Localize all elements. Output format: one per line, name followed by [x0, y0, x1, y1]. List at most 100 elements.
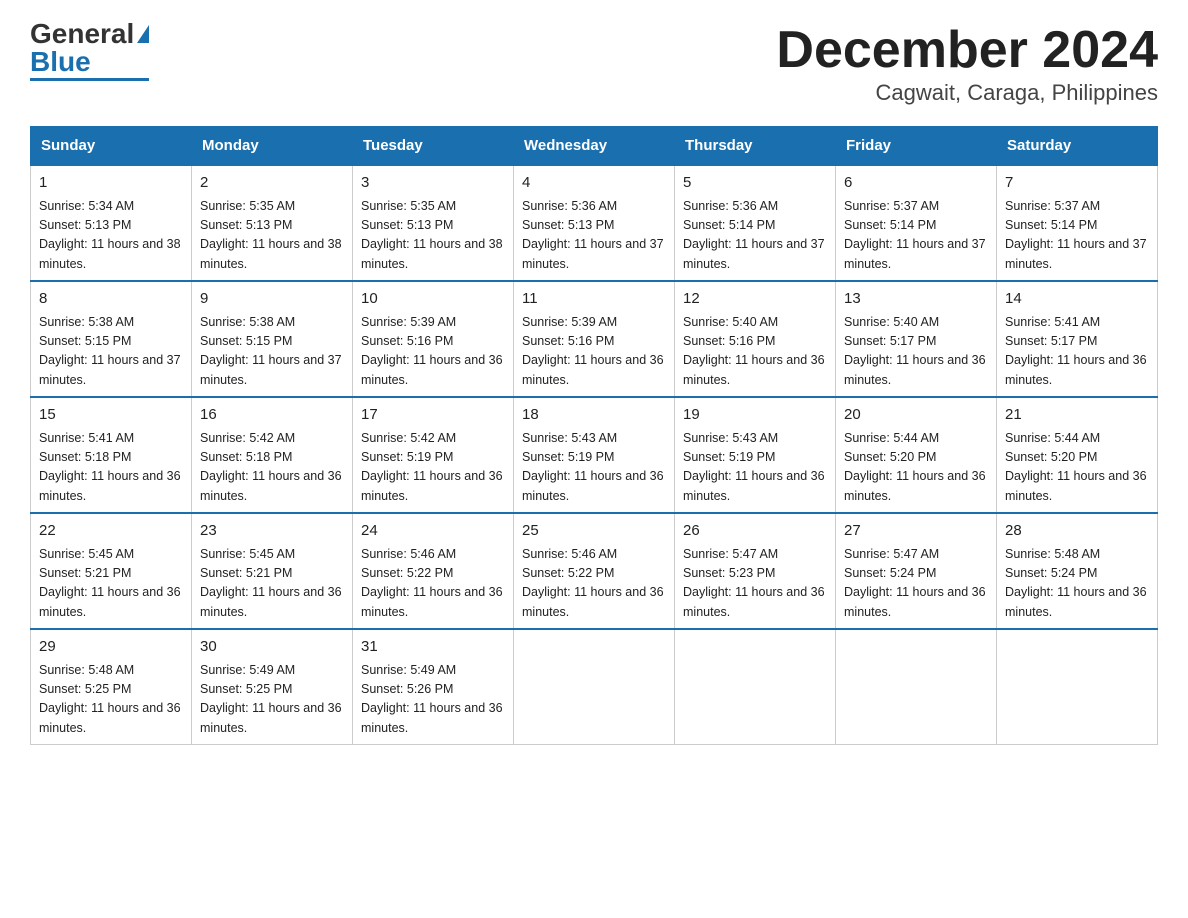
title-section: December 2024 Cagwait, Caraga, Philippin… — [776, 20, 1158, 106]
day-number: 29 — [39, 636, 183, 659]
calendar-day-cell — [675, 629, 836, 745]
day-info: Sunrise: 5:35 AMSunset: 5:13 PMDaylight:… — [361, 197, 505, 275]
day-info: Sunrise: 5:47 AMSunset: 5:23 PMDaylight:… — [683, 545, 827, 623]
day-info: Sunrise: 5:46 AMSunset: 5:22 PMDaylight:… — [522, 545, 666, 623]
calendar-day-header: Wednesday — [514, 127, 675, 166]
calendar-day-cell: 2 Sunrise: 5:35 AMSunset: 5:13 PMDayligh… — [192, 165, 353, 281]
calendar-week-row: 22 Sunrise: 5:45 AMSunset: 5:21 PMDaylig… — [31, 513, 1158, 629]
day-number: 20 — [844, 404, 988, 427]
calendar-day-cell — [514, 629, 675, 745]
day-number: 16 — [200, 404, 344, 427]
calendar-title: December 2024 — [776, 20, 1158, 80]
day-number: 27 — [844, 520, 988, 543]
calendar-day-cell: 19 Sunrise: 5:43 AMSunset: 5:19 PMDaylig… — [675, 397, 836, 513]
day-number: 6 — [844, 172, 988, 195]
day-info: Sunrise: 5:36 AMSunset: 5:14 PMDaylight:… — [683, 197, 827, 275]
calendar-day-cell — [997, 629, 1158, 745]
day-number: 2 — [200, 172, 344, 195]
day-info: Sunrise: 5:49 AMSunset: 5:25 PMDaylight:… — [200, 661, 344, 739]
day-info: Sunrise: 5:48 AMSunset: 5:25 PMDaylight:… — [39, 661, 183, 739]
day-number: 22 — [39, 520, 183, 543]
calendar-day-cell: 1 Sunrise: 5:34 AMSunset: 5:13 PMDayligh… — [31, 165, 192, 281]
calendar-header-row: SundayMondayTuesdayWednesdayThursdayFrid… — [31, 127, 1158, 166]
day-number: 11 — [522, 288, 666, 311]
calendar-table: SundayMondayTuesdayWednesdayThursdayFrid… — [30, 126, 1158, 745]
day-number: 12 — [683, 288, 827, 311]
day-number: 8 — [39, 288, 183, 311]
day-info: Sunrise: 5:37 AMSunset: 5:14 PMDaylight:… — [1005, 197, 1149, 275]
day-info: Sunrise: 5:41 AMSunset: 5:17 PMDaylight:… — [1005, 313, 1149, 391]
day-info: Sunrise: 5:39 AMSunset: 5:16 PMDaylight:… — [522, 313, 666, 391]
logo-triangle-icon — [137, 25, 149, 43]
logo-blue-text: Blue — [30, 48, 91, 76]
day-info: Sunrise: 5:46 AMSunset: 5:22 PMDaylight:… — [361, 545, 505, 623]
calendar-day-cell: 20 Sunrise: 5:44 AMSunset: 5:20 PMDaylig… — [836, 397, 997, 513]
day-number: 15 — [39, 404, 183, 427]
day-info: Sunrise: 5:34 AMSunset: 5:13 PMDaylight:… — [39, 197, 183, 275]
calendar-day-cell: 9 Sunrise: 5:38 AMSunset: 5:15 PMDayligh… — [192, 281, 353, 397]
logo: General Blue — [30, 20, 149, 81]
calendar-day-header: Tuesday — [353, 127, 514, 166]
calendar-day-header: Friday — [836, 127, 997, 166]
calendar-day-cell: 24 Sunrise: 5:46 AMSunset: 5:22 PMDaylig… — [353, 513, 514, 629]
calendar-day-cell: 5 Sunrise: 5:36 AMSunset: 5:14 PMDayligh… — [675, 165, 836, 281]
day-info: Sunrise: 5:42 AMSunset: 5:19 PMDaylight:… — [361, 429, 505, 507]
calendar-day-cell: 13 Sunrise: 5:40 AMSunset: 5:17 PMDaylig… — [836, 281, 997, 397]
day-info: Sunrise: 5:41 AMSunset: 5:18 PMDaylight:… — [39, 429, 183, 507]
calendar-day-cell: 18 Sunrise: 5:43 AMSunset: 5:19 PMDaylig… — [514, 397, 675, 513]
calendar-week-row: 29 Sunrise: 5:48 AMSunset: 5:25 PMDaylig… — [31, 629, 1158, 745]
day-number: 28 — [1005, 520, 1149, 543]
day-number: 7 — [1005, 172, 1149, 195]
calendar-day-header: Thursday — [675, 127, 836, 166]
calendar-day-header: Monday — [192, 127, 353, 166]
day-number: 13 — [844, 288, 988, 311]
day-number: 25 — [522, 520, 666, 543]
day-info: Sunrise: 5:35 AMSunset: 5:13 PMDaylight:… — [200, 197, 344, 275]
calendar-day-cell: 23 Sunrise: 5:45 AMSunset: 5:21 PMDaylig… — [192, 513, 353, 629]
calendar-day-cell: 14 Sunrise: 5:41 AMSunset: 5:17 PMDaylig… — [997, 281, 1158, 397]
calendar-day-cell: 17 Sunrise: 5:42 AMSunset: 5:19 PMDaylig… — [353, 397, 514, 513]
day-number: 17 — [361, 404, 505, 427]
calendar-day-cell: 22 Sunrise: 5:45 AMSunset: 5:21 PMDaylig… — [31, 513, 192, 629]
calendar-day-cell — [836, 629, 997, 745]
calendar-day-cell: 30 Sunrise: 5:49 AMSunset: 5:25 PMDaylig… — [192, 629, 353, 745]
calendar-week-row: 8 Sunrise: 5:38 AMSunset: 5:15 PMDayligh… — [31, 281, 1158, 397]
calendar-day-cell: 12 Sunrise: 5:40 AMSunset: 5:16 PMDaylig… — [675, 281, 836, 397]
day-info: Sunrise: 5:43 AMSunset: 5:19 PMDaylight:… — [522, 429, 666, 507]
day-info: Sunrise: 5:36 AMSunset: 5:13 PMDaylight:… — [522, 197, 666, 275]
day-info: Sunrise: 5:38 AMSunset: 5:15 PMDaylight:… — [39, 313, 183, 391]
calendar-day-cell: 15 Sunrise: 5:41 AMSunset: 5:18 PMDaylig… — [31, 397, 192, 513]
day-info: Sunrise: 5:39 AMSunset: 5:16 PMDaylight:… — [361, 313, 505, 391]
day-info: Sunrise: 5:43 AMSunset: 5:19 PMDaylight:… — [683, 429, 827, 507]
logo-general-text: General — [30, 20, 134, 48]
day-number: 23 — [200, 520, 344, 543]
logo-underline — [30, 78, 149, 81]
calendar-day-cell: 31 Sunrise: 5:49 AMSunset: 5:26 PMDaylig… — [353, 629, 514, 745]
calendar-day-cell: 3 Sunrise: 5:35 AMSunset: 5:13 PMDayligh… — [353, 165, 514, 281]
calendar-week-row: 1 Sunrise: 5:34 AMSunset: 5:13 PMDayligh… — [31, 165, 1158, 281]
calendar-day-header: Sunday — [31, 127, 192, 166]
day-info: Sunrise: 5:38 AMSunset: 5:15 PMDaylight:… — [200, 313, 344, 391]
calendar-day-cell: 25 Sunrise: 5:46 AMSunset: 5:22 PMDaylig… — [514, 513, 675, 629]
day-info: Sunrise: 5:45 AMSunset: 5:21 PMDaylight:… — [200, 545, 344, 623]
day-number: 10 — [361, 288, 505, 311]
day-info: Sunrise: 5:44 AMSunset: 5:20 PMDaylight:… — [1005, 429, 1149, 507]
calendar-day-header: Saturday — [997, 127, 1158, 166]
calendar-day-cell: 10 Sunrise: 5:39 AMSunset: 5:16 PMDaylig… — [353, 281, 514, 397]
day-number: 3 — [361, 172, 505, 195]
day-info: Sunrise: 5:42 AMSunset: 5:18 PMDaylight:… — [200, 429, 344, 507]
day-info: Sunrise: 5:37 AMSunset: 5:14 PMDaylight:… — [844, 197, 988, 275]
day-number: 30 — [200, 636, 344, 659]
day-number: 9 — [200, 288, 344, 311]
calendar-day-cell: 6 Sunrise: 5:37 AMSunset: 5:14 PMDayligh… — [836, 165, 997, 281]
day-number: 21 — [1005, 404, 1149, 427]
day-info: Sunrise: 5:45 AMSunset: 5:21 PMDaylight:… — [39, 545, 183, 623]
day-number: 18 — [522, 404, 666, 427]
calendar-day-cell: 8 Sunrise: 5:38 AMSunset: 5:15 PMDayligh… — [31, 281, 192, 397]
day-info: Sunrise: 5:40 AMSunset: 5:17 PMDaylight:… — [844, 313, 988, 391]
day-info: Sunrise: 5:44 AMSunset: 5:20 PMDaylight:… — [844, 429, 988, 507]
calendar-subtitle: Cagwait, Caraga, Philippines — [776, 80, 1158, 106]
calendar-day-cell: 26 Sunrise: 5:47 AMSunset: 5:23 PMDaylig… — [675, 513, 836, 629]
day-number: 31 — [361, 636, 505, 659]
day-number: 14 — [1005, 288, 1149, 311]
